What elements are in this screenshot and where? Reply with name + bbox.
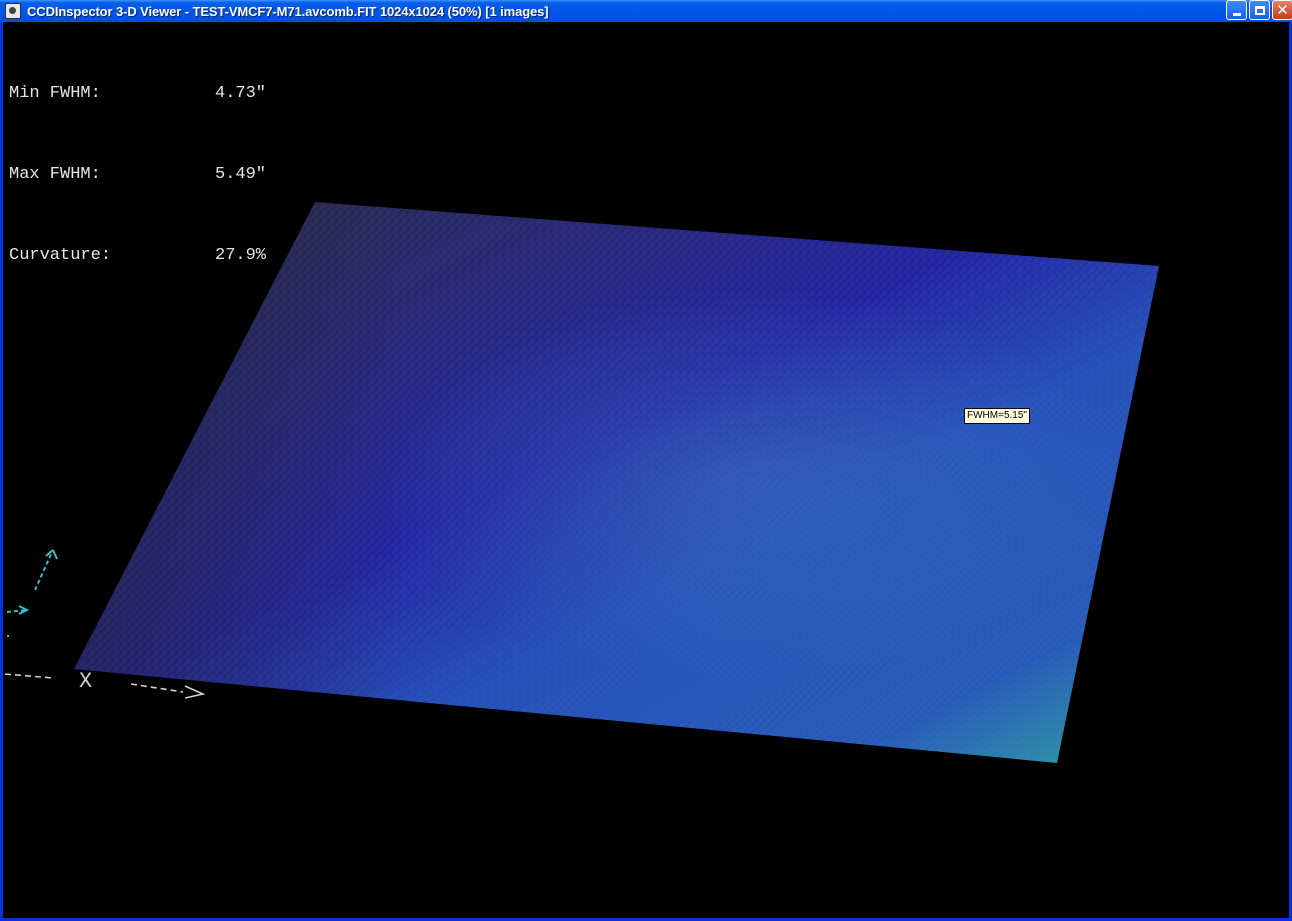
maximize-button[interactable] [1249,0,1270,20]
fwhm-tooltip: FWHM=5.15" [964,408,1030,424]
curvature-value: 27.9% [215,246,267,265]
min-fwhm-label: Min FWHM: [9,84,101,103]
max-fwhm-row: Max FWHM: 5.49″ [9,161,266,188]
min-fwhm-value: 4.73″ [215,84,267,103]
fwhm-stats-overlay: Min FWHM: 4.73″ Max FWHM: 5.49″ Curvatur… [9,26,266,323]
3d-viewport[interactable]: Min FWHM: 4.73″ Max FWHM: 5.49″ Curvatur… [3,22,1289,918]
minimize-button[interactable] [1226,0,1247,20]
curvature-label: Curvature: [9,246,112,265]
max-fwhm-label: Max FWHM: [9,165,101,184]
curvature-row: Curvature: 27.9% [9,242,266,269]
app-icon[interactable] [5,3,21,19]
window-title: CCDInspector 3-D Viewer - TEST-VMCF7-M71… [27,3,549,19]
close-icon: ✕ [1276,0,1289,19]
axis-indicator [6,549,58,637]
maximize-icon [1254,5,1265,15]
min-fwhm-row: Min FWHM: 4.73″ [9,80,266,107]
minimize-icon [1232,12,1241,16]
max-fwhm-value: 5.49″ [215,165,267,184]
title-bar[interactable]: CCDInspector 3-D Viewer - TEST-VMCF7-M71… [0,0,1292,22]
ccdinspector-3d-viewer-window: CCDInspector 3-D Viewer - TEST-VMCF7-M71… [0,0,1292,921]
x-axis-label: X [79,669,93,694]
close-button[interactable]: ✕ [1272,0,1292,20]
